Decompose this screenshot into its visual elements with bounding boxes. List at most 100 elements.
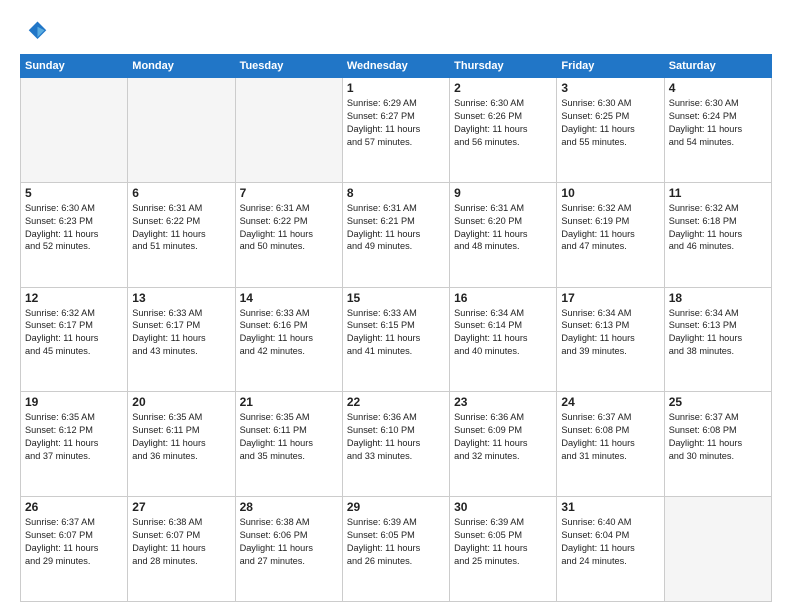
- cell-info: Sunrise: 6:33 AMSunset: 6:17 PMDaylight:…: [132, 307, 230, 359]
- calendar-header-friday: Friday: [557, 55, 664, 78]
- calendar-cell: 2 Sunrise: 6:30 AMSunset: 6:26 PMDaylight…: [450, 78, 557, 183]
- day-number: 30: [454, 500, 552, 514]
- calendar-cell: 16 Sunrise: 6:34 AMSunset: 6:14 PMDayligh…: [450, 287, 557, 392]
- calendar-week-1: 1 Sunrise: 6:29 AMSunset: 6:27 PMDaylight…: [21, 78, 772, 183]
- calendar-header-thursday: Thursday: [450, 55, 557, 78]
- cell-info: Sunrise: 6:39 AMSunset: 6:05 PMDaylight:…: [454, 516, 552, 568]
- calendar-cell: 19 Sunrise: 6:35 AMSunset: 6:12 PMDayligh…: [21, 392, 128, 497]
- calendar-cell: 7 Sunrise: 6:31 AMSunset: 6:22 PMDaylight…: [235, 182, 342, 287]
- calendar-week-2: 5Sunrise: 6:30 AMSunset: 6:23 PMDaylight…: [21, 182, 772, 287]
- day-number: 29: [347, 500, 445, 514]
- calendar-header-monday: Monday: [128, 55, 235, 78]
- day-number: 5: [25, 186, 123, 200]
- calendar-cell: 4 Sunrise: 6:30 AMSunset: 6:24 PMDaylight…: [664, 78, 771, 183]
- cell-info: Sunrise: 6:29 AMSunset: 6:27 PMDaylight:…: [347, 97, 445, 149]
- cell-info: Sunrise: 6:33 AMSunset: 6:15 PMDaylight:…: [347, 307, 445, 359]
- logo: [20, 18, 52, 46]
- day-number: 13: [132, 291, 230, 305]
- day-number: 7: [240, 186, 338, 200]
- calendar-table: SundayMondayTuesdayWednesdayThursdayFrid…: [20, 54, 772, 602]
- cell-info: Sunrise: 6:36 AMSunset: 6:09 PMDaylight:…: [454, 411, 552, 463]
- day-number: 16: [454, 291, 552, 305]
- cell-info: Sunrise: 6:30 AMSunset: 6:26 PMDaylight:…: [454, 97, 552, 149]
- calendar-cell: 31 Sunrise: 6:40 AMSunset: 6:04 PMDayligh…: [557, 497, 664, 602]
- calendar-cell: [664, 497, 771, 602]
- calendar-cell: 18 Sunrise: 6:34 AMSunset: 6:13 PMDayligh…: [664, 287, 771, 392]
- calendar-cell: 30 Sunrise: 6:39 AMSunset: 6:05 PMDayligh…: [450, 497, 557, 602]
- calendar-cell: [235, 78, 342, 183]
- calendar-cell: 10 Sunrise: 6:32 AMSunset: 6:19 PMDayligh…: [557, 182, 664, 287]
- calendar-cell: 5Sunrise: 6:30 AMSunset: 6:23 PMDaylight…: [21, 182, 128, 287]
- calendar-cell: 3Sunrise: 6:30 AMSunset: 6:25 PMDaylight…: [557, 78, 664, 183]
- calendar-header-row: SundayMondayTuesdayWednesdayThursdayFrid…: [21, 55, 772, 78]
- cell-info: Sunrise: 6:31 AMSunset: 6:20 PMDaylight:…: [454, 202, 552, 254]
- calendar-cell: 1 Sunrise: 6:29 AMSunset: 6:27 PMDaylight…: [342, 78, 449, 183]
- calendar-header-saturday: Saturday: [664, 55, 771, 78]
- cell-info: Sunrise: 6:38 AMSunset: 6:07 PMDaylight:…: [132, 516, 230, 568]
- calendar-cell: 13 Sunrise: 6:33 AMSunset: 6:17 PMDayligh…: [128, 287, 235, 392]
- day-number: 12: [25, 291, 123, 305]
- cell-info: Sunrise: 6:35 AMSunset: 6:12 PMDaylight:…: [25, 411, 123, 463]
- calendar-cell: 24 Sunrise: 6:37 AMSunset: 6:08 PMDayligh…: [557, 392, 664, 497]
- calendar-cell: 27 Sunrise: 6:38 AMSunset: 6:07 PMDayligh…: [128, 497, 235, 602]
- calendar-cell: 26 Sunrise: 6:37 AMSunset: 6:07 PMDayligh…: [21, 497, 128, 602]
- cell-info: Sunrise: 6:38 AMSunset: 6:06 PMDaylight:…: [240, 516, 338, 568]
- cell-info: Sunrise: 6:33 AMSunset: 6:16 PMDaylight:…: [240, 307, 338, 359]
- cell-info: Sunrise: 6:31 AMSunset: 6:22 PMDaylight:…: [132, 202, 230, 254]
- calendar-cell: 8 Sunrise: 6:31 AMSunset: 6:21 PMDaylight…: [342, 182, 449, 287]
- day-number: 27: [132, 500, 230, 514]
- day-number: 25: [669, 395, 767, 409]
- day-number: 24: [561, 395, 659, 409]
- day-number: 23: [454, 395, 552, 409]
- calendar-week-5: 26 Sunrise: 6:37 AMSunset: 6:07 PMDayligh…: [21, 497, 772, 602]
- day-number: 31: [561, 500, 659, 514]
- calendar-cell: 29 Sunrise: 6:39 AMSunset: 6:05 PMDayligh…: [342, 497, 449, 602]
- cell-info: Sunrise: 6:30 AMSunset: 6:25 PMDaylight:…: [561, 97, 659, 149]
- cell-info: Sunrise: 6:37 AMSunset: 6:08 PMDaylight:…: [561, 411, 659, 463]
- day-number: 15: [347, 291, 445, 305]
- calendar-cell: 15 Sunrise: 6:33 AMSunset: 6:15 PMDayligh…: [342, 287, 449, 392]
- cell-info: Sunrise: 6:39 AMSunset: 6:05 PMDaylight:…: [347, 516, 445, 568]
- calendar-cell: [128, 78, 235, 183]
- cell-info: Sunrise: 6:35 AMSunset: 6:11 PMDaylight:…: [240, 411, 338, 463]
- cell-info: Sunrise: 6:31 AMSunset: 6:22 PMDaylight:…: [240, 202, 338, 254]
- day-number: 1: [347, 81, 445, 95]
- header: [20, 18, 772, 46]
- day-number: 18: [669, 291, 767, 305]
- day-number: 11: [669, 186, 767, 200]
- day-number: 26: [25, 500, 123, 514]
- cell-info: Sunrise: 6:40 AMSunset: 6:04 PMDaylight:…: [561, 516, 659, 568]
- day-number: 8: [347, 186, 445, 200]
- cell-info: Sunrise: 6:37 AMSunset: 6:07 PMDaylight:…: [25, 516, 123, 568]
- calendar-cell: 17 Sunrise: 6:34 AMSunset: 6:13 PMDayligh…: [557, 287, 664, 392]
- calendar-cell: 9Sunrise: 6:31 AMSunset: 6:20 PMDaylight…: [450, 182, 557, 287]
- day-number: 14: [240, 291, 338, 305]
- cell-info: Sunrise: 6:37 AMSunset: 6:08 PMDaylight:…: [669, 411, 767, 463]
- calendar-cell: 21Sunrise: 6:35 AMSunset: 6:11 PMDayligh…: [235, 392, 342, 497]
- cell-info: Sunrise: 6:34 AMSunset: 6:13 PMDaylight:…: [561, 307, 659, 359]
- calendar-cell: 12 Sunrise: 6:32 AMSunset: 6:17 PMDayligh…: [21, 287, 128, 392]
- calendar-header-sunday: Sunday: [21, 55, 128, 78]
- day-number: 10: [561, 186, 659, 200]
- day-number: 28: [240, 500, 338, 514]
- cell-info: Sunrise: 6:34 AMSunset: 6:14 PMDaylight:…: [454, 307, 552, 359]
- calendar-cell: [21, 78, 128, 183]
- day-number: 20: [132, 395, 230, 409]
- cell-info: Sunrise: 6:34 AMSunset: 6:13 PMDaylight:…: [669, 307, 767, 359]
- day-number: 2: [454, 81, 552, 95]
- day-number: 6: [132, 186, 230, 200]
- calendar-cell: 22Sunrise: 6:36 AMSunset: 6:10 PMDayligh…: [342, 392, 449, 497]
- cell-info: Sunrise: 6:31 AMSunset: 6:21 PMDaylight:…: [347, 202, 445, 254]
- day-number: 19: [25, 395, 123, 409]
- cell-info: Sunrise: 6:30 AMSunset: 6:24 PMDaylight:…: [669, 97, 767, 149]
- day-number: 17: [561, 291, 659, 305]
- calendar-cell: 14 Sunrise: 6:33 AMSunset: 6:16 PMDayligh…: [235, 287, 342, 392]
- page: SundayMondayTuesdayWednesdayThursdayFrid…: [0, 0, 792, 612]
- calendar-cell: 6 Sunrise: 6:31 AMSunset: 6:22 PMDaylight…: [128, 182, 235, 287]
- cell-info: Sunrise: 6:32 AMSunset: 6:17 PMDaylight:…: [25, 307, 123, 359]
- cell-info: Sunrise: 6:32 AMSunset: 6:19 PMDaylight:…: [561, 202, 659, 254]
- calendar-cell: 25 Sunrise: 6:37 AMSunset: 6:08 PMDayligh…: [664, 392, 771, 497]
- day-number: 4: [669, 81, 767, 95]
- cell-info: Sunrise: 6:32 AMSunset: 6:18 PMDaylight:…: [669, 202, 767, 254]
- logo-icon: [20, 18, 48, 46]
